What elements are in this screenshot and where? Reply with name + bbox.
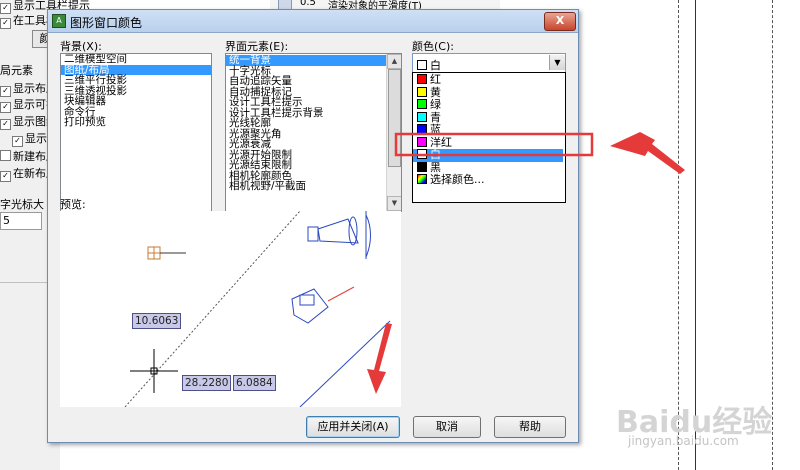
help-button[interactable]: 帮助 [494, 416, 566, 438]
camera-icon [291, 286, 355, 324]
checkbox[interactable] [0, 150, 11, 161]
bg-size-field[interactable]: 5 [0, 212, 42, 230]
interface-element-label: 界面元素(E): [225, 40, 289, 53]
interface-element-list-item[interactable]: 设计工具栏提示 [226, 97, 386, 108]
preview-label: 预览: [60, 198, 86, 211]
interface-element-list-item[interactable]: 统一背景 [226, 55, 386, 66]
interface-element-list-item[interactable]: 光源衰减 [226, 139, 386, 150]
color-swatch-icon [417, 161, 427, 172]
app-icon: A [52, 14, 66, 28]
interface-element-listbox[interactable]: 统一背景 十字光标 自动追踪矢量 自动捕捉标记 设计工具栏提示 设计工具栏提示背景 光线轮廓… [225, 53, 402, 212]
color-option-label: 白 [430, 148, 441, 161]
apply-and-close-button[interactable]: 应用并关闭(A) [306, 416, 400, 438]
checkbox[interactable]: ✓ [12, 136, 23, 147]
dimension-tooltip-2: 28.2280 [182, 375, 232, 391]
color-swatch-icon [417, 99, 427, 109]
dialog-titlebar[interactable]: A 图形窗口颜色 X [48, 10, 578, 33]
watermark-url: jingyan.baidu.com [628, 434, 739, 448]
interface-scrollbar[interactable]: ▲ ▼ [386, 54, 401, 211]
color-swatch-icon [417, 136, 427, 147]
dimension-tooltip-3: 6.0884 [233, 375, 276, 391]
color-dropdown-list[interactable]: 红黄绿青蓝洋红白黑选择颜色... [412, 72, 566, 203]
context-list-item[interactable]: 块编辑器 [61, 96, 211, 107]
checkbox[interactable]: ✓ [0, 18, 11, 29]
color-swatch-icon [417, 74, 427, 84]
color-option-label: 红 [430, 73, 441, 86]
current-color-swatch [417, 60, 427, 70]
red-arrow-icon [610, 132, 685, 174]
color-option-label: 青 [430, 110, 441, 124]
graphics-window-color-dialog: A 图形窗口颜色 X 背景(X): 二维模型空间 图纸/布局 三维平行投影 三维透视投… [47, 9, 579, 443]
color-swatch-icon [417, 86, 427, 97]
scroll-thumb[interactable] [388, 69, 401, 167]
bg-top-value: 0.5 [300, 0, 316, 8]
color-option-label: 选择颜色... [430, 173, 485, 186]
context-listbox[interactable]: 二维模型空间 图纸/布局 三维平行投影 三维透视投影 块编辑器 命令行 打印预览 [60, 53, 212, 212]
interface-element-list-item[interactable]: 光线轮廓 [226, 118, 386, 129]
dialog-title: 图形窗口颜色 [70, 16, 143, 30]
color-combobox[interactable]: 白 ▼ [412, 53, 566, 73]
context-list-item[interactable]: 二维模型空间 [61, 54, 211, 65]
color-option-label: 黑 [430, 160, 441, 174]
context-list-item[interactable]: 三维平行投影 [61, 75, 211, 86]
color-option-label: 绿 [430, 98, 441, 111]
interface-element-list-item[interactable]: 光源结束限制 [226, 160, 386, 171]
color-swatch-icon [417, 111, 427, 122]
preview-panel: 10.6063 28.2280 6.0884 [60, 211, 401, 407]
color-option-label: 黄 [430, 85, 441, 99]
context-label: 背景(X): [60, 40, 102, 53]
light-icon [147, 246, 161, 260]
chevron-down-icon[interactable]: ▼ [549, 55, 565, 70]
scroll-down-icon[interactable]: ▼ [387, 196, 401, 211]
frustum-line [299, 320, 391, 407]
color-option-label: 洋红 [430, 135, 452, 149]
bg-section-label: 字光标大 [0, 198, 44, 211]
scroll-up-icon[interactable]: ▲ [387, 54, 401, 69]
color-label: 颜色(C): [412, 40, 454, 53]
spotlight-cone-icon [307, 211, 371, 259]
bg-option-row[interactable]: ✓ 显示 [12, 130, 47, 147]
color-swatch-icon [417, 124, 427, 134]
context-list-item[interactable]: 打印预览 [61, 117, 211, 128]
current-color-text: 白 [430, 59, 441, 72]
cancel-button[interactable]: 取消 [413, 416, 481, 438]
dimension-tooltip-1: 10.6063 [132, 313, 182, 329]
checkbox[interactable]: ✓ [0, 119, 11, 130]
color-swatch-icon [417, 149, 427, 159]
checkbox[interactable]: ✓ [0, 102, 11, 113]
checkbox[interactable]: ✓ [0, 171, 11, 182]
color-option-label: 蓝 [430, 123, 441, 136]
color-option[interactable]: 选择颜色... [413, 174, 563, 187]
color-swatch-icon [417, 174, 427, 184]
interface-element-list-item[interactable]: 相机视野/平截面 [226, 181, 386, 192]
interface-element-list-item[interactable]: 自动追踪矢量 [226, 76, 386, 87]
close-button[interactable]: X [544, 12, 576, 31]
bg-section-label: 局元素 [0, 64, 33, 77]
